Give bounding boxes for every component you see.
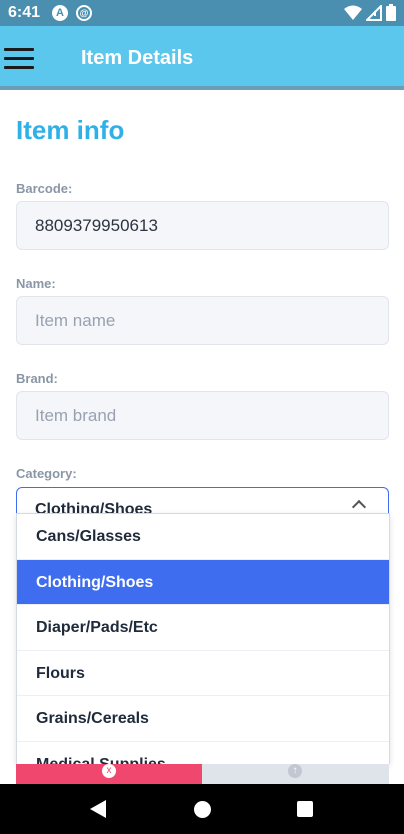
section-title: Item info: [16, 115, 125, 145]
barcode-field[interactable]: 8809379950613: [16, 201, 389, 250]
upload-icon: ↑: [288, 764, 302, 778]
app-bar: Item Details: [0, 26, 404, 90]
name-field[interactable]: Item name: [16, 296, 389, 345]
dropdown-option[interactable]: Flours: [17, 651, 389, 696]
brand-field[interactable]: Item brand: [16, 391, 389, 440]
page-title: Item Details: [81, 47, 194, 69]
recents-icon[interactable]: [297, 801, 313, 817]
brand-label: Brand:: [16, 371, 58, 386]
dropdown-option[interactable]: Medical Supplies: [17, 742, 389, 765]
system-nav-bar: [0, 784, 404, 834]
battery-icon: [386, 4, 396, 21]
home-icon[interactable]: [194, 801, 211, 818]
barcode-label: Barcode:: [16, 181, 73, 196]
close-icon: x: [102, 764, 116, 778]
cancel-button[interactable]: x: [16, 764, 202, 784]
dropdown-option-selected[interactable]: Clothing/Shoes: [17, 559, 389, 605]
dropdown-option[interactable]: Grains/Cereals: [17, 696, 389, 742]
category-label: Category:: [16, 466, 77, 481]
category-dropdown: Cans/Glasses Clothing/Shoes Diaper/Pads/…: [16, 513, 390, 764]
status-icons: [344, 4, 396, 21]
chevron-up-icon: [351, 499, 367, 513]
bottom-action-bar: x ↑: [16, 764, 389, 784]
status-time: 6:41: [8, 4, 41, 21]
app-notification-icon: A: [52, 5, 68, 21]
back-icon[interactable]: [90, 800, 106, 818]
name-label: Name:: [16, 276, 56, 291]
category-selected-value: Clothing/Shoes: [35, 501, 153, 513]
sync-notification-icon: @: [76, 5, 92, 21]
signal-icon: [366, 4, 382, 21]
category-select[interactable]: Clothing/Shoes: [16, 487, 389, 513]
submit-button[interactable]: ↑: [202, 764, 389, 784]
dropdown-option[interactable]: Diaper/Pads/Etc: [17, 605, 389, 651]
status-bar: 6:41 A @: [0, 0, 404, 26]
dropdown-option[interactable]: Cans/Glasses: [17, 514, 389, 560]
wifi-icon: [344, 5, 362, 20]
menu-icon[interactable]: [4, 48, 34, 70]
